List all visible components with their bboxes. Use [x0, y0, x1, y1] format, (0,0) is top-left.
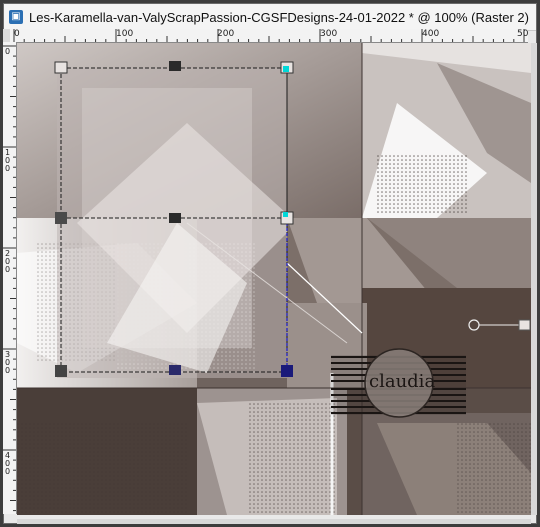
handle-top-left — [54, 61, 68, 74]
handle-center — [169, 213, 181, 223]
vertical-scrollbar[interactable] — [531, 43, 537, 515]
vruler-label-400: 4 0 0 — [5, 451, 11, 476]
horizontal-ruler[interactable]: 0 100 200 300 400 50 — [10, 29, 528, 43]
vertical-ruler-ticks — [3, 45, 16, 512]
handle-top-center — [169, 61, 181, 71]
vruler-label-0: 0 — [5, 47, 11, 56]
handle-bottom-center — [169, 365, 181, 375]
ruler-label-300: 300 — [320, 29, 338, 39]
handle-bottom-right — [281, 365, 293, 377]
vruler-label-200: 2 0 0 — [5, 249, 11, 274]
window-title: Les-Karamella-van-ValyScrapPassion-CGSFD… — [29, 9, 529, 25]
psp-icon: ▣ — [9, 10, 23, 24]
ruler-label-100: 100 — [116, 29, 134, 39]
horizontal-scrollbar[interactable] — [17, 519, 531, 524]
image-canvas[interactable]: claudia — [17, 43, 531, 515]
horizontal-ruler-ticks — [13, 29, 525, 42]
ruler-label-400: 400 — [422, 29, 440, 39]
ruler-label-0: 0 — [14, 29, 20, 39]
handle-bottom-left — [55, 365, 67, 377]
handle-middle-left — [55, 212, 67, 224]
ruler-label-500: 50 — [517, 29, 528, 39]
canvas-artwork: claudia — [17, 43, 531, 515]
watermark-text: claudia — [369, 371, 435, 392]
handle-mid-right-marker — [283, 212, 288, 217]
ruler-label-200: 200 — [217, 29, 235, 39]
rotation-handle-end — [518, 319, 531, 331]
vruler-label-100: 1 0 0 — [5, 148, 11, 173]
title-bar[interactable]: ▣ Les-Karamella-van-ValyScrapPassion-CGS… — [4, 4, 536, 31]
vertical-ruler[interactable]: 0 1 0 0 2 0 0 3 0 0 4 0 0 — [3, 42, 17, 514]
rotation-pivot-marker — [283, 66, 289, 72]
vruler-label-300: 3 0 0 — [5, 350, 11, 375]
